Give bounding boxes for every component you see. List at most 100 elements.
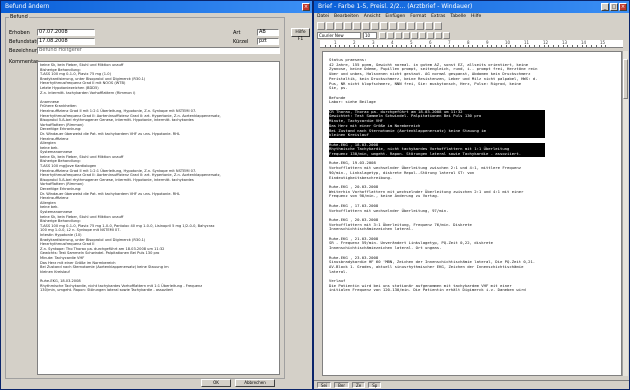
ruler-minor-tick [401,45,402,47]
cancel-button[interactable]: Abbrechen [235,379,275,387]
menu-bar: Datei Bearbeiten Ansicht Einfügen Format Extr… [314,13,629,21]
undo-icon[interactable] [398,22,406,30]
ruler-minor-tick [472,45,474,47]
align-center-icon[interactable] [411,32,418,39]
copy-icon[interactable] [380,22,388,30]
menu-item-einfügen[interactable]: Einfügen [385,13,405,21]
spell-icon[interactable] [362,22,370,30]
menu-item-format[interactable]: Format [410,13,426,21]
status-bar: Sei Ber Ze Sp [314,380,629,389]
befund-group-label: Befund [9,14,29,20]
bezeichnung-label: Bezeichnung [9,48,42,54]
numbered-list-icon[interactable] [435,32,442,39]
bold-icon[interactable] [379,32,386,39]
kommentar-label: Kommentar [9,59,39,65]
cut-icon[interactable] [371,22,379,30]
ruler-minor-tick [382,45,383,47]
ruler-minor-tick [353,45,355,47]
kuerzel-field[interactable]: pzt [257,38,279,45]
help-button[interactable]: Hilfe F1 [291,28,310,42]
ruler-minor-tick [491,45,493,47]
menu-item-hilfe[interactable]: Hilfe [471,13,481,21]
ruler-minor-tick [453,45,455,47]
menu-item-extras[interactable]: Extras [431,13,445,21]
ruler-minor-tick [567,45,569,47]
ruler-minor-tick [467,45,469,47]
close-icon[interactable]: × [619,3,627,11]
art-field[interactable]: AB [257,29,279,36]
ruler-minor-tick [581,45,583,47]
font-size-select[interactable]: 10 [363,32,377,39]
font-name-select[interactable]: Courier New [317,32,361,39]
ruler-minor-tick [519,45,521,47]
print-icon[interactable] [344,22,352,30]
document-body[interactable]: Status praesens: 42 Jahre, 155 pcmm, Gewi… [322,51,622,376]
redo-icon[interactable] [407,22,415,30]
menu-item-datei[interactable]: Datei [317,13,329,21]
ruler-minor-tick [386,45,388,47]
minimize-icon[interactable]: _ [601,3,609,11]
paste-icon[interactable] [389,22,397,30]
justify-icon[interactable] [427,32,434,39]
bullet-list-icon[interactable] [443,32,450,39]
menu-item-bearbeiten[interactable]: Bearbeiten [334,13,359,21]
editor-window: Brief - Farbe 1-5, Preisl. 2/2... (Arztb… [313,0,630,390]
befund-dialog-titlebar: Befund ändern × [1,1,312,13]
zoom-icon[interactable] [434,22,442,30]
new-icon[interactable] [317,22,325,30]
befundstatum-field[interactable]: 17.08.2008 [37,38,95,45]
columns-icon[interactable] [425,22,433,30]
align-right-icon[interactable] [419,32,426,39]
status-cell: Ze [351,382,366,388]
scrollbar-thumb[interactable] [623,59,628,99]
underline-icon[interactable] [395,32,402,39]
ok-button[interactable]: OK [201,379,231,387]
memo-line: 130/min, umgeht. Rapon: Störungen latera… [40,288,173,293]
italic-icon[interactable] [387,32,394,39]
ruler-minor-tick [458,45,459,47]
status-cell: Sei [317,382,332,388]
align-left-icon[interactable] [403,32,410,39]
ruler-minor-tick [576,45,578,47]
vertical-scrollbar[interactable] [622,51,628,376]
ruler-minor-tick [372,45,374,47]
ruler-minor-tick [443,45,445,47]
ruler-minor-tick [586,45,588,47]
erhoben-field[interactable]: 07.07.2008 [37,29,95,36]
close-icon[interactable]: × [302,3,310,11]
maximize-icon[interactable]: □ [610,3,618,11]
ruler-minor-tick [396,45,398,47]
save-icon[interactable] [335,22,343,30]
editor-titlebar: Brief - Farbe 1-5, Preisl. 2/2... (Arztb… [314,1,629,13]
bezeichnung-field[interactable]: Befund Holtgerer [37,47,280,54]
selection-highlight: Frequenz 130/min, umgeht. Rapon. Störung… [329,151,545,157]
ruler-minor-tick [486,45,488,47]
open-icon[interactable] [326,22,334,30]
menu-item-tabelle[interactable]: Tabelle [450,13,466,21]
document-line: initialen Frequenz von 120-130/min. Die … [329,287,526,293]
ruler-minor-tick [377,45,379,47]
menu-item-ansicht[interactable]: Ansicht [364,13,381,21]
preview-icon[interactable] [353,22,361,30]
ruler-minor-tick [358,45,360,47]
table-icon[interactable] [416,22,424,30]
standard-toolbar [314,21,629,31]
ruler-minor-tick [334,45,336,47]
ruler-minor-tick [424,45,426,47]
format-toolbar: Courier New 10 [314,31,629,40]
ruler-minor-tick [500,45,502,47]
ruler-minor-tick [562,45,564,47]
ruler-minor-tick [391,45,393,47]
ruler-minor-tick [339,45,341,47]
ruler-minor-tick [329,45,331,47]
ruler-minor-tick [434,45,436,47]
art-label: Art [233,30,241,36]
status-cell: Sp [368,382,382,388]
ruler-minor-tick [325,45,326,47]
kommentar-memo[interactable]: keine Sk, kein Fieber, Stuhl und Miktion… [37,61,280,375]
ruler-minor-tick [363,45,364,47]
ruler-minor-tick [505,45,507,47]
ruler-minor-tick [591,45,592,47]
befund-dialog: Befund ändern × Befund Erhoben 07.07.200… [0,0,313,390]
ruler-minor-tick [538,45,540,47]
